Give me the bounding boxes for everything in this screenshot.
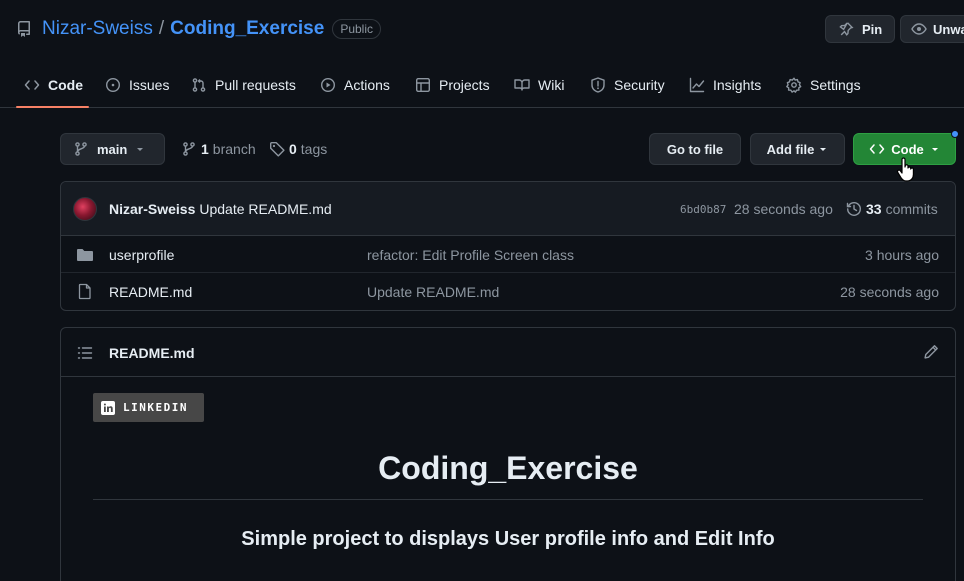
tab-label: Wiki <box>538 77 565 93</box>
book-icon <box>514 77 530 93</box>
tab-issues[interactable]: Issues <box>105 62 169 108</box>
readme-panel: README.md LINKEDIN Coding_Exercise Simpl… <box>60 327 956 581</box>
tags-link[interactable]: 0 tags <box>269 139 327 159</box>
repo-name-link[interactable]: Coding_Exercise <box>170 18 324 40</box>
issue-icon <box>105 77 121 93</box>
tab-security[interactable]: Security <box>590 62 665 108</box>
file-commit-time: 3 hours ago <box>865 247 939 263</box>
tab-label: Settings <box>810 77 861 93</box>
tab-insights[interactable]: Insights <box>689 62 761 108</box>
code-icon <box>24 77 40 93</box>
linkedin-icon <box>101 400 115 415</box>
hand-cursor-icon <box>896 157 916 183</box>
pencil-icon[interactable] <box>923 344 939 360</box>
chevron-down-icon <box>930 144 940 154</box>
pin-label: Pin <box>862 21 883 37</box>
tab-label: Security <box>614 77 665 93</box>
file-row[interactable]: userprofile refactor: Edit Profile Scree… <box>61 236 955 273</box>
branches-link[interactable]: 1 branch <box>181 139 256 159</box>
branch-count: 1 <box>201 141 209 157</box>
file-listing: Nizar-Sweiss Update README.md 6bd0b87 28… <box>60 181 956 311</box>
git-branch-icon <box>73 141 89 157</box>
pin-icon <box>838 21 854 37</box>
tab-label: Issues <box>129 77 170 93</box>
tab-label: Actions <box>344 77 390 93</box>
chevron-down-icon <box>135 144 145 154</box>
tab-label: Code <box>48 77 83 93</box>
pin-button[interactable]: Pin <box>825 15 896 43</box>
folder-icon <box>76 247 94 263</box>
file-commit-message[interactable]: refactor: Edit Profile Screen class <box>367 247 574 263</box>
active-tab-indicator <box>16 106 89 108</box>
repo-separator: / <box>158 18 165 39</box>
file-name[interactable]: userprofile <box>109 247 174 263</box>
table-icon <box>415 77 431 93</box>
watch-button[interactable]: Unwa <box>900 15 964 43</box>
tab-wiki[interactable]: Wiki <box>514 62 564 108</box>
chevron-down-icon <box>818 144 828 154</box>
tab-actions[interactable]: Actions <box>320 62 390 108</box>
commit-count: 33 <box>866 201 882 217</box>
commit-time: 28 seconds ago <box>734 201 833 217</box>
repo-header: Nizar-Sweiss / Coding_Exercise Public <box>16 16 381 42</box>
avatar[interactable] <box>73 197 97 221</box>
git-branch-icon <box>181 141 197 157</box>
commit-author[interactable]: Nizar-Sweiss <box>109 201 195 217</box>
tab-code[interactable]: Code <box>24 62 83 108</box>
commits-link[interactable]: 33 commits <box>846 201 938 217</box>
watch-label: Unwa <box>933 21 964 37</box>
play-icon <box>320 77 336 93</box>
tab-pull-requests[interactable]: Pull requests <box>191 62 296 108</box>
latest-commit-bar: Nizar-Sweiss Update README.md 6bd0b87 28… <box>61 182 955 236</box>
commit-sha[interactable]: 6bd0b87 <box>680 203 726 216</box>
file-commit-time: 28 seconds ago <box>840 284 939 300</box>
file-name[interactable]: README.md <box>109 284 192 300</box>
repo-owner-link[interactable]: Nizar-Sweiss <box>42 18 153 40</box>
file-row[interactable]: README.md Update README.md 28 seconds ag… <box>61 273 955 310</box>
file-icon <box>77 283 93 300</box>
repo-tabs: Code Issues Pull requests Actions Projec… <box>0 62 964 108</box>
tag-label: tags <box>300 141 328 157</box>
linkedin-label: LINKEDIN <box>123 401 188 414</box>
visibility-badge: Public <box>332 19 381 39</box>
list-icon[interactable] <box>77 345 93 361</box>
commit-label: commits <box>885 201 938 217</box>
add-file-label: Add file <box>766 141 815 157</box>
tab-projects[interactable]: Projects <box>415 62 490 108</box>
tag-icon <box>269 141 285 157</box>
readme-filename[interactable]: README.md <box>109 345 195 361</box>
branch-name: main <box>97 141 128 157</box>
code-icon <box>869 141 885 157</box>
tag-count: 0 <box>289 141 297 157</box>
eye-icon <box>911 21 927 37</box>
repo-icon <box>16 21 32 37</box>
branch-label: branch <box>212 141 256 157</box>
pull-request-icon <box>191 77 207 93</box>
file-commit-message[interactable]: Update README.md <box>367 284 499 300</box>
graph-icon <box>689 77 705 93</box>
notification-dot <box>951 130 959 138</box>
commit-message[interactable]: Update README.md <box>199 201 331 217</box>
branch-selector[interactable]: main <box>60 133 165 165</box>
linkedin-badge[interactable]: LINKEDIN <box>93 393 204 422</box>
tab-label: Pull requests <box>215 77 296 93</box>
tab-label: Insights <box>713 77 762 93</box>
readme-header: README.md <box>61 328 955 377</box>
commit-summary: Nizar-Sweiss Update README.md <box>109 201 332 217</box>
history-icon <box>846 201 862 217</box>
gear-icon <box>786 77 802 93</box>
readme-subtitle: Simple project to displays User profile … <box>241 528 775 550</box>
go-to-file-button[interactable]: Go to file <box>649 133 741 165</box>
tab-label: Projects <box>439 77 490 93</box>
shield-icon <box>590 77 606 93</box>
code-button-label: Code <box>891 141 924 157</box>
go-to-file-label: Go to file <box>666 141 724 157</box>
tab-settings[interactable]: Settings <box>786 62 861 108</box>
readme-title: Coding_Exercise <box>93 450 923 500</box>
add-file-button[interactable]: Add file <box>750 133 845 165</box>
